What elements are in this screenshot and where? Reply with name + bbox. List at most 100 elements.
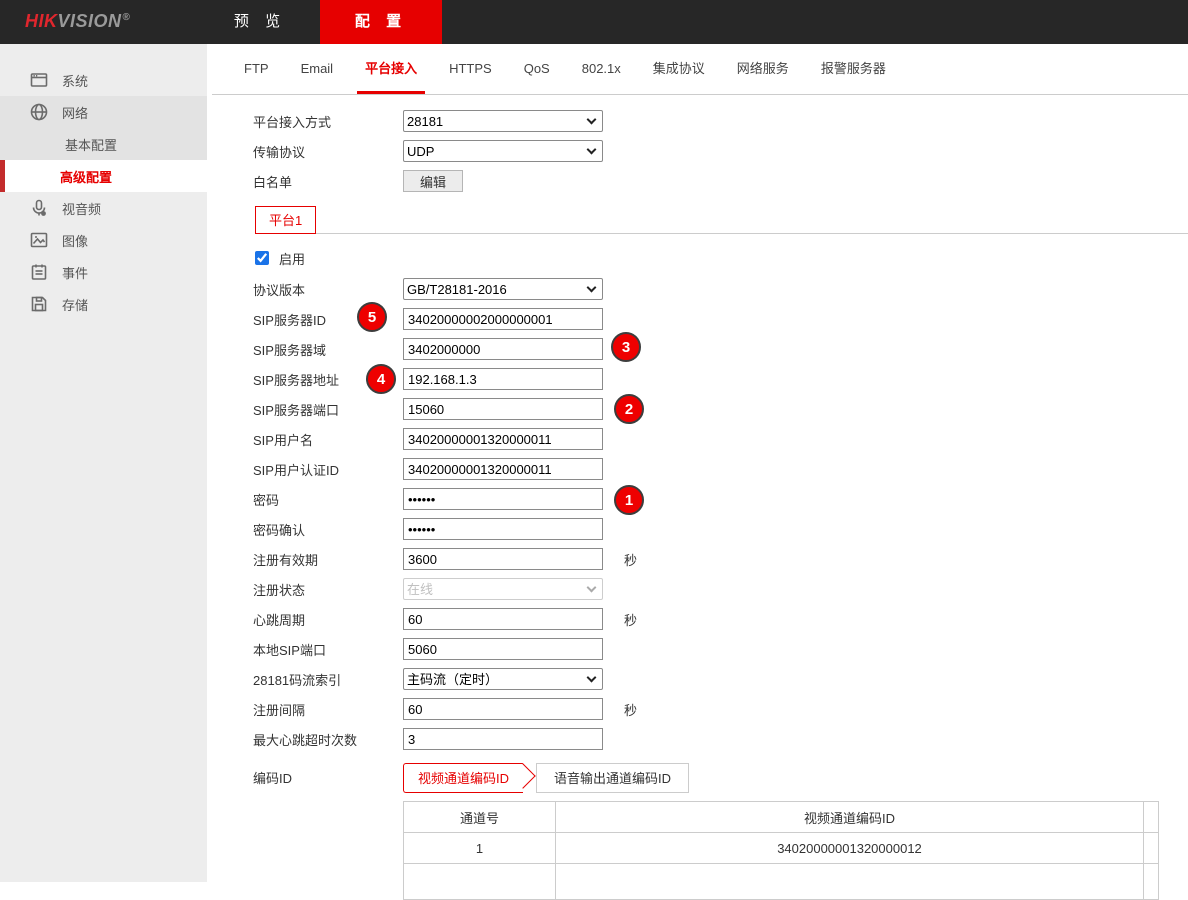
sidebar-item-label: 事件 [62,263,88,282]
unit-seconds: 秒 [624,550,637,569]
nav-preview[interactable]: 预 览 [210,0,310,44]
tab-network-service[interactable]: 网络服务 [733,44,793,94]
tab-arrow-icon [510,763,535,788]
sip-server-domain-input[interactable] [403,338,603,360]
annotation-badge-2: 2 [614,394,644,424]
logo-registered-mark: ® [123,12,131,23]
network-icon [28,101,50,123]
image-icon [28,229,50,251]
logo-vision: VISION [58,11,122,31]
tab-email[interactable]: Email [297,44,338,94]
sidebar-item-label: 图像 [62,231,88,250]
local-sip-port-input[interactable] [403,638,603,660]
registration-interval-label: 注册间隔 [253,700,403,719]
annotation-badge-5: 5 [357,302,387,332]
tab-platform-access[interactable]: 平台接入 [361,44,421,94]
annotation-badge-3: 3 [611,332,641,362]
sip-server-address-input[interactable] [403,368,603,390]
video-encoding-id-header: 视频通道编码ID [556,802,1144,833]
logo-hik: HIK [25,11,58,31]
calendar-icon [28,261,50,283]
sip-username-input[interactable] [403,428,603,450]
table-spacer-column [1144,802,1159,833]
tab-alarm-server[interactable]: 报警服务器 [817,44,890,94]
protocol-version-select[interactable]: GB/T28181-2016 [403,278,603,300]
sidebar-item-system[interactable]: 系统 [0,64,207,96]
table-row[interactable]: 1 34020000001320000012 [404,833,1159,864]
max-heartbeat-timeout-input[interactable] [403,728,603,750]
whitelist-label: 白名单 [253,172,403,191]
sip-server-port-input[interactable] [403,398,603,420]
password-input[interactable] [403,488,603,510]
stream-index-select[interactable]: 主码流（定时） [403,668,603,690]
encoding-id-table: 通道号 视频通道编码ID 1 34020000001320000012 [403,801,1159,900]
registration-validity-input[interactable] [403,548,603,570]
sidebar-item-network[interactable]: 网络 [0,96,207,128]
sip-server-id-input[interactable] [403,308,603,330]
transport-protocol-select[interactable]: UDP [403,140,603,162]
floppy-disk-icon [28,293,50,315]
top-bar: HIKVISION® 预 览 配 置 [0,0,1188,44]
audio-output-channel-encoding-tab[interactable]: 语音输出通道编码ID [536,763,689,793]
divider [316,233,1188,234]
sidebar-item-advanced-config[interactable]: 高级配置 [0,160,207,192]
whitelist-edit-button[interactable]: 编辑 [403,170,463,192]
tab-ftp[interactable]: FTP [240,44,273,94]
registration-interval-input[interactable] [403,698,603,720]
tab-integration-protocol[interactable]: 集成协议 [649,44,709,94]
platform1-tab[interactable]: 平台1 [255,206,316,234]
local-sip-port-label: 本地SIP端口 [253,640,403,659]
platform-access-form: 平台接入方式 28181 传输协议 UDP 白名单 编辑 平台1 启用 [212,95,1188,900]
password-confirm-label: 密码确认 [253,520,403,539]
sidebar-item-label: 基本配置 [65,135,117,154]
max-heartbeat-timeout-label: 最大心跳超时次数 [253,730,403,749]
stream-index-label: 28181码流索引 [253,670,403,689]
transport-protocol-label: 传输协议 [253,142,403,161]
tab-https[interactable]: HTTPS [445,44,496,94]
password-confirm-input[interactable] [403,518,603,540]
sidebar-item-event[interactable]: 事件 [0,256,207,288]
registration-validity-label: 注册有效期 [253,550,403,569]
annotation-badge-1: 1 [614,485,644,515]
sidebar-item-label: 高级配置 [60,167,112,186]
enable-checkbox[interactable] [255,251,269,265]
sidebar-item-label: 网络 [62,103,88,122]
sidebar-item-label: 系统 [62,71,88,90]
encoding-id-label: 编码ID [253,768,403,787]
sidebar-item-basic-config[interactable]: 基本配置 [0,128,207,160]
microphone-icon [28,197,50,219]
sidebar-item-label: 存储 [62,295,88,314]
sidebar-item-storage[interactable]: 存储 [0,288,207,320]
access-mode-select[interactable]: 28181 [403,110,603,132]
unit-seconds: 秒 [624,700,637,719]
table-header-row: 通道号 视频通道编码ID [404,802,1159,833]
hikvision-logo: HIKVISION® [25,11,130,32]
sip-auth-id-label: SIP用户认证ID [253,460,403,479]
sidebar-item-image[interactable]: 图像 [0,224,207,256]
sip-server-domain-label: SIP服务器域 [253,340,403,359]
tab-qos[interactable]: QoS [520,44,554,94]
sidebar-item-label: 视音频 [62,199,101,218]
registration-status-label: 注册状态 [253,580,403,599]
protocol-version-label: 协议版本 [253,280,403,299]
enable-label: 启用 [279,249,305,268]
settings-tab-bar: FTP Email 平台接入 HTTPS QoS 802.1x 集成协议 网络服… [212,44,1188,95]
platform-tab-row: 平台1 [255,207,1188,234]
channel-number-header: 通道号 [404,802,556,833]
sip-server-port-label: SIP服务器端口 [253,400,403,419]
sip-auth-id-input[interactable] [403,458,603,480]
system-icon [28,69,50,91]
table-spacer-cell [1144,833,1159,864]
annotation-badge-4: 4 [366,364,396,394]
nav-configuration[interactable]: 配 置 [320,0,442,44]
tab-8021x[interactable]: 802.1x [578,44,625,94]
heartbeat-interval-label: 心跳周期 [253,610,403,629]
sidebar-item-audio-video[interactable]: 视音频 [0,192,207,224]
sidebar: 系统 网络 基本配置 高级配置 视音频 [0,44,212,882]
video-channel-encoding-tab[interactable]: 视频通道编码ID [403,763,523,793]
access-mode-label: 平台接入方式 [253,112,403,131]
channel-number-cell: 1 [404,833,556,864]
sip-username-label: SIP用户名 [253,430,403,449]
heartbeat-interval-input[interactable] [403,608,603,630]
password-label: 密码 [253,490,403,509]
